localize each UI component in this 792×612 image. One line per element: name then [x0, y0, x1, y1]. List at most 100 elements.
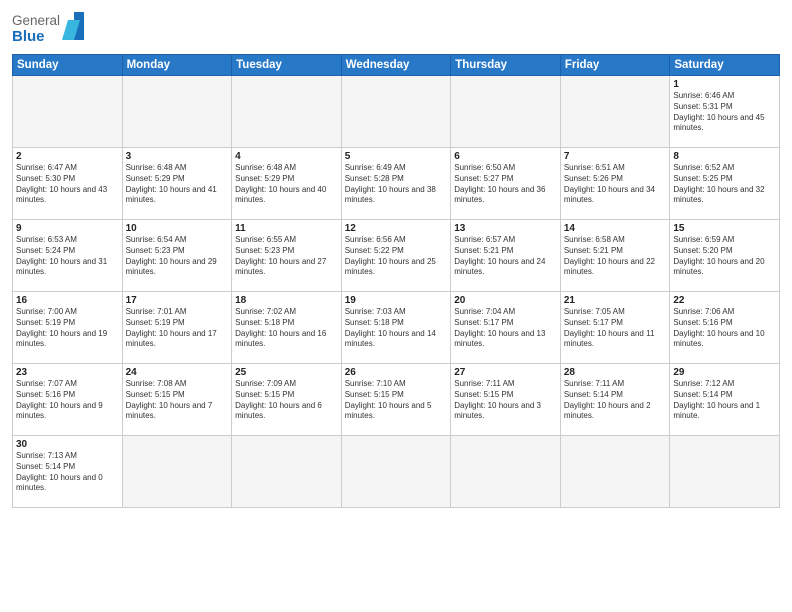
day-number: 4: [235, 151, 338, 162]
day-number: 14: [564, 223, 667, 234]
calendar-body: 1Sunrise: 6:46 AM Sunset: 5:31 PM Daylig…: [13, 76, 780, 508]
day-number: 10: [126, 223, 229, 234]
calendar-cell: 10Sunrise: 6:54 AM Sunset: 5:23 PM Dayli…: [122, 220, 232, 292]
day-info: Sunrise: 7:13 AM Sunset: 5:14 PM Dayligh…: [16, 451, 119, 494]
calendar-week-6: 30Sunrise: 7:13 AM Sunset: 5:14 PM Dayli…: [13, 436, 780, 508]
calendar-cell: 14Sunrise: 6:58 AM Sunset: 5:21 PM Dayli…: [560, 220, 670, 292]
calendar-cell: [451, 76, 561, 148]
calendar-cell: 15Sunrise: 6:59 AM Sunset: 5:20 PM Dayli…: [670, 220, 780, 292]
calendar-cell: 8Sunrise: 6:52 AM Sunset: 5:25 PM Daylig…: [670, 148, 780, 220]
day-info: Sunrise: 6:53 AM Sunset: 5:24 PM Dayligh…: [16, 235, 119, 278]
day-info: Sunrise: 6:50 AM Sunset: 5:27 PM Dayligh…: [454, 163, 557, 206]
day-info: Sunrise: 6:58 AM Sunset: 5:21 PM Dayligh…: [564, 235, 667, 278]
calendar-cell: 29Sunrise: 7:12 AM Sunset: 5:14 PM Dayli…: [670, 364, 780, 436]
calendar-cell: 2Sunrise: 6:47 AM Sunset: 5:30 PM Daylig…: [13, 148, 123, 220]
calendar-week-2: 2Sunrise: 6:47 AM Sunset: 5:30 PM Daylig…: [13, 148, 780, 220]
calendar-cell: 3Sunrise: 6:48 AM Sunset: 5:29 PM Daylig…: [122, 148, 232, 220]
calendar-cell: 22Sunrise: 7:06 AM Sunset: 5:16 PM Dayli…: [670, 292, 780, 364]
calendar-cell: [560, 436, 670, 508]
day-number: 22: [673, 295, 776, 306]
day-info: Sunrise: 7:12 AM Sunset: 5:14 PM Dayligh…: [673, 379, 776, 422]
day-number: 24: [126, 367, 229, 378]
day-info: Sunrise: 6:52 AM Sunset: 5:25 PM Dayligh…: [673, 163, 776, 206]
day-number: 26: [345, 367, 448, 378]
calendar-cell: 1Sunrise: 6:46 AM Sunset: 5:31 PM Daylig…: [670, 76, 780, 148]
calendar-week-1: 1Sunrise: 6:46 AM Sunset: 5:31 PM Daylig…: [13, 76, 780, 148]
day-info: Sunrise: 7:11 AM Sunset: 5:15 PM Dayligh…: [454, 379, 557, 422]
calendar-cell: [341, 436, 451, 508]
calendar-cell: 30Sunrise: 7:13 AM Sunset: 5:14 PM Dayli…: [13, 436, 123, 508]
calendar-cell: 28Sunrise: 7:11 AM Sunset: 5:14 PM Dayli…: [560, 364, 670, 436]
day-number: 15: [673, 223, 776, 234]
day-number: 25: [235, 367, 338, 378]
calendar-cell: 12Sunrise: 6:56 AM Sunset: 5:22 PM Dayli…: [341, 220, 451, 292]
calendar-cell: 16Sunrise: 7:00 AM Sunset: 5:19 PM Dayli…: [13, 292, 123, 364]
calendar-cell: 4Sunrise: 6:48 AM Sunset: 5:29 PM Daylig…: [232, 148, 342, 220]
day-number: 23: [16, 367, 119, 378]
day-info: Sunrise: 7:04 AM Sunset: 5:17 PM Dayligh…: [454, 307, 557, 350]
calendar-cell: 19Sunrise: 7:03 AM Sunset: 5:18 PM Dayli…: [341, 292, 451, 364]
day-info: Sunrise: 7:06 AM Sunset: 5:16 PM Dayligh…: [673, 307, 776, 350]
svg-text:General: General: [12, 13, 60, 28]
calendar-cell: [232, 436, 342, 508]
day-info: Sunrise: 6:48 AM Sunset: 5:29 PM Dayligh…: [235, 163, 338, 206]
day-info: Sunrise: 6:55 AM Sunset: 5:23 PM Dayligh…: [235, 235, 338, 278]
calendar-cell: [451, 436, 561, 508]
calendar-cell: [560, 76, 670, 148]
calendar-header: SundayMondayTuesdayWednesdayThursdayFrid…: [13, 55, 780, 76]
calendar-cell: 21Sunrise: 7:05 AM Sunset: 5:17 PM Dayli…: [560, 292, 670, 364]
day-info: Sunrise: 7:01 AM Sunset: 5:19 PM Dayligh…: [126, 307, 229, 350]
day-info: Sunrise: 6:57 AM Sunset: 5:21 PM Dayligh…: [454, 235, 557, 278]
day-number: 21: [564, 295, 667, 306]
calendar-cell: 9Sunrise: 6:53 AM Sunset: 5:24 PM Daylig…: [13, 220, 123, 292]
day-info: Sunrise: 7:09 AM Sunset: 5:15 PM Dayligh…: [235, 379, 338, 422]
header: General Blue: [12, 10, 780, 48]
day-info: Sunrise: 6:56 AM Sunset: 5:22 PM Dayligh…: [345, 235, 448, 278]
day-info: Sunrise: 7:03 AM Sunset: 5:18 PM Dayligh…: [345, 307, 448, 350]
day-number: 16: [16, 295, 119, 306]
day-number: 9: [16, 223, 119, 234]
calendar-cell: [122, 436, 232, 508]
calendar-cell: [122, 76, 232, 148]
weekday-header-friday: Friday: [560, 55, 670, 76]
day-number: 18: [235, 295, 338, 306]
day-number: 12: [345, 223, 448, 234]
day-info: Sunrise: 6:46 AM Sunset: 5:31 PM Dayligh…: [673, 91, 776, 134]
day-number: 11: [235, 223, 338, 234]
day-number: 27: [454, 367, 557, 378]
calendar-cell: 18Sunrise: 7:02 AM Sunset: 5:18 PM Dayli…: [232, 292, 342, 364]
day-info: Sunrise: 6:51 AM Sunset: 5:26 PM Dayligh…: [564, 163, 667, 206]
day-number: 1: [673, 79, 776, 90]
day-number: 3: [126, 151, 229, 162]
day-info: Sunrise: 7:08 AM Sunset: 5:15 PM Dayligh…: [126, 379, 229, 422]
calendar-cell: 13Sunrise: 6:57 AM Sunset: 5:21 PM Dayli…: [451, 220, 561, 292]
logo-image: General Blue: [12, 10, 92, 48]
calendar-cell: [670, 436, 780, 508]
day-number: 8: [673, 151, 776, 162]
calendar-cell: 25Sunrise: 7:09 AM Sunset: 5:15 PM Dayli…: [232, 364, 342, 436]
day-info: Sunrise: 7:07 AM Sunset: 5:16 PM Dayligh…: [16, 379, 119, 422]
day-number: 5: [345, 151, 448, 162]
calendar-table: SundayMondayTuesdayWednesdayThursdayFrid…: [12, 54, 780, 508]
day-info: Sunrise: 6:59 AM Sunset: 5:20 PM Dayligh…: [673, 235, 776, 278]
calendar-week-5: 23Sunrise: 7:07 AM Sunset: 5:16 PM Dayli…: [13, 364, 780, 436]
day-number: 19: [345, 295, 448, 306]
day-number: 28: [564, 367, 667, 378]
day-info: Sunrise: 6:54 AM Sunset: 5:23 PM Dayligh…: [126, 235, 229, 278]
calendar-cell: 5Sunrise: 6:49 AM Sunset: 5:28 PM Daylig…: [341, 148, 451, 220]
calendar-week-4: 16Sunrise: 7:00 AM Sunset: 5:19 PM Dayli…: [13, 292, 780, 364]
calendar-cell: 23Sunrise: 7:07 AM Sunset: 5:16 PM Dayli…: [13, 364, 123, 436]
day-info: Sunrise: 7:05 AM Sunset: 5:17 PM Dayligh…: [564, 307, 667, 350]
day-number: 20: [454, 295, 557, 306]
calendar-cell: 11Sunrise: 6:55 AM Sunset: 5:23 PM Dayli…: [232, 220, 342, 292]
day-number: 7: [564, 151, 667, 162]
calendar-cell: 24Sunrise: 7:08 AM Sunset: 5:15 PM Dayli…: [122, 364, 232, 436]
page: General Blue SundayMondayTuesdayWednesda…: [0, 0, 792, 612]
day-number: 30: [16, 439, 119, 450]
svg-text:Blue: Blue: [12, 28, 45, 45]
calendar-cell: 7Sunrise: 6:51 AM Sunset: 5:26 PM Daylig…: [560, 148, 670, 220]
day-number: 13: [454, 223, 557, 234]
calendar-cell: [232, 76, 342, 148]
calendar-cell: 20Sunrise: 7:04 AM Sunset: 5:17 PM Dayli…: [451, 292, 561, 364]
day-info: Sunrise: 7:02 AM Sunset: 5:18 PM Dayligh…: [235, 307, 338, 350]
